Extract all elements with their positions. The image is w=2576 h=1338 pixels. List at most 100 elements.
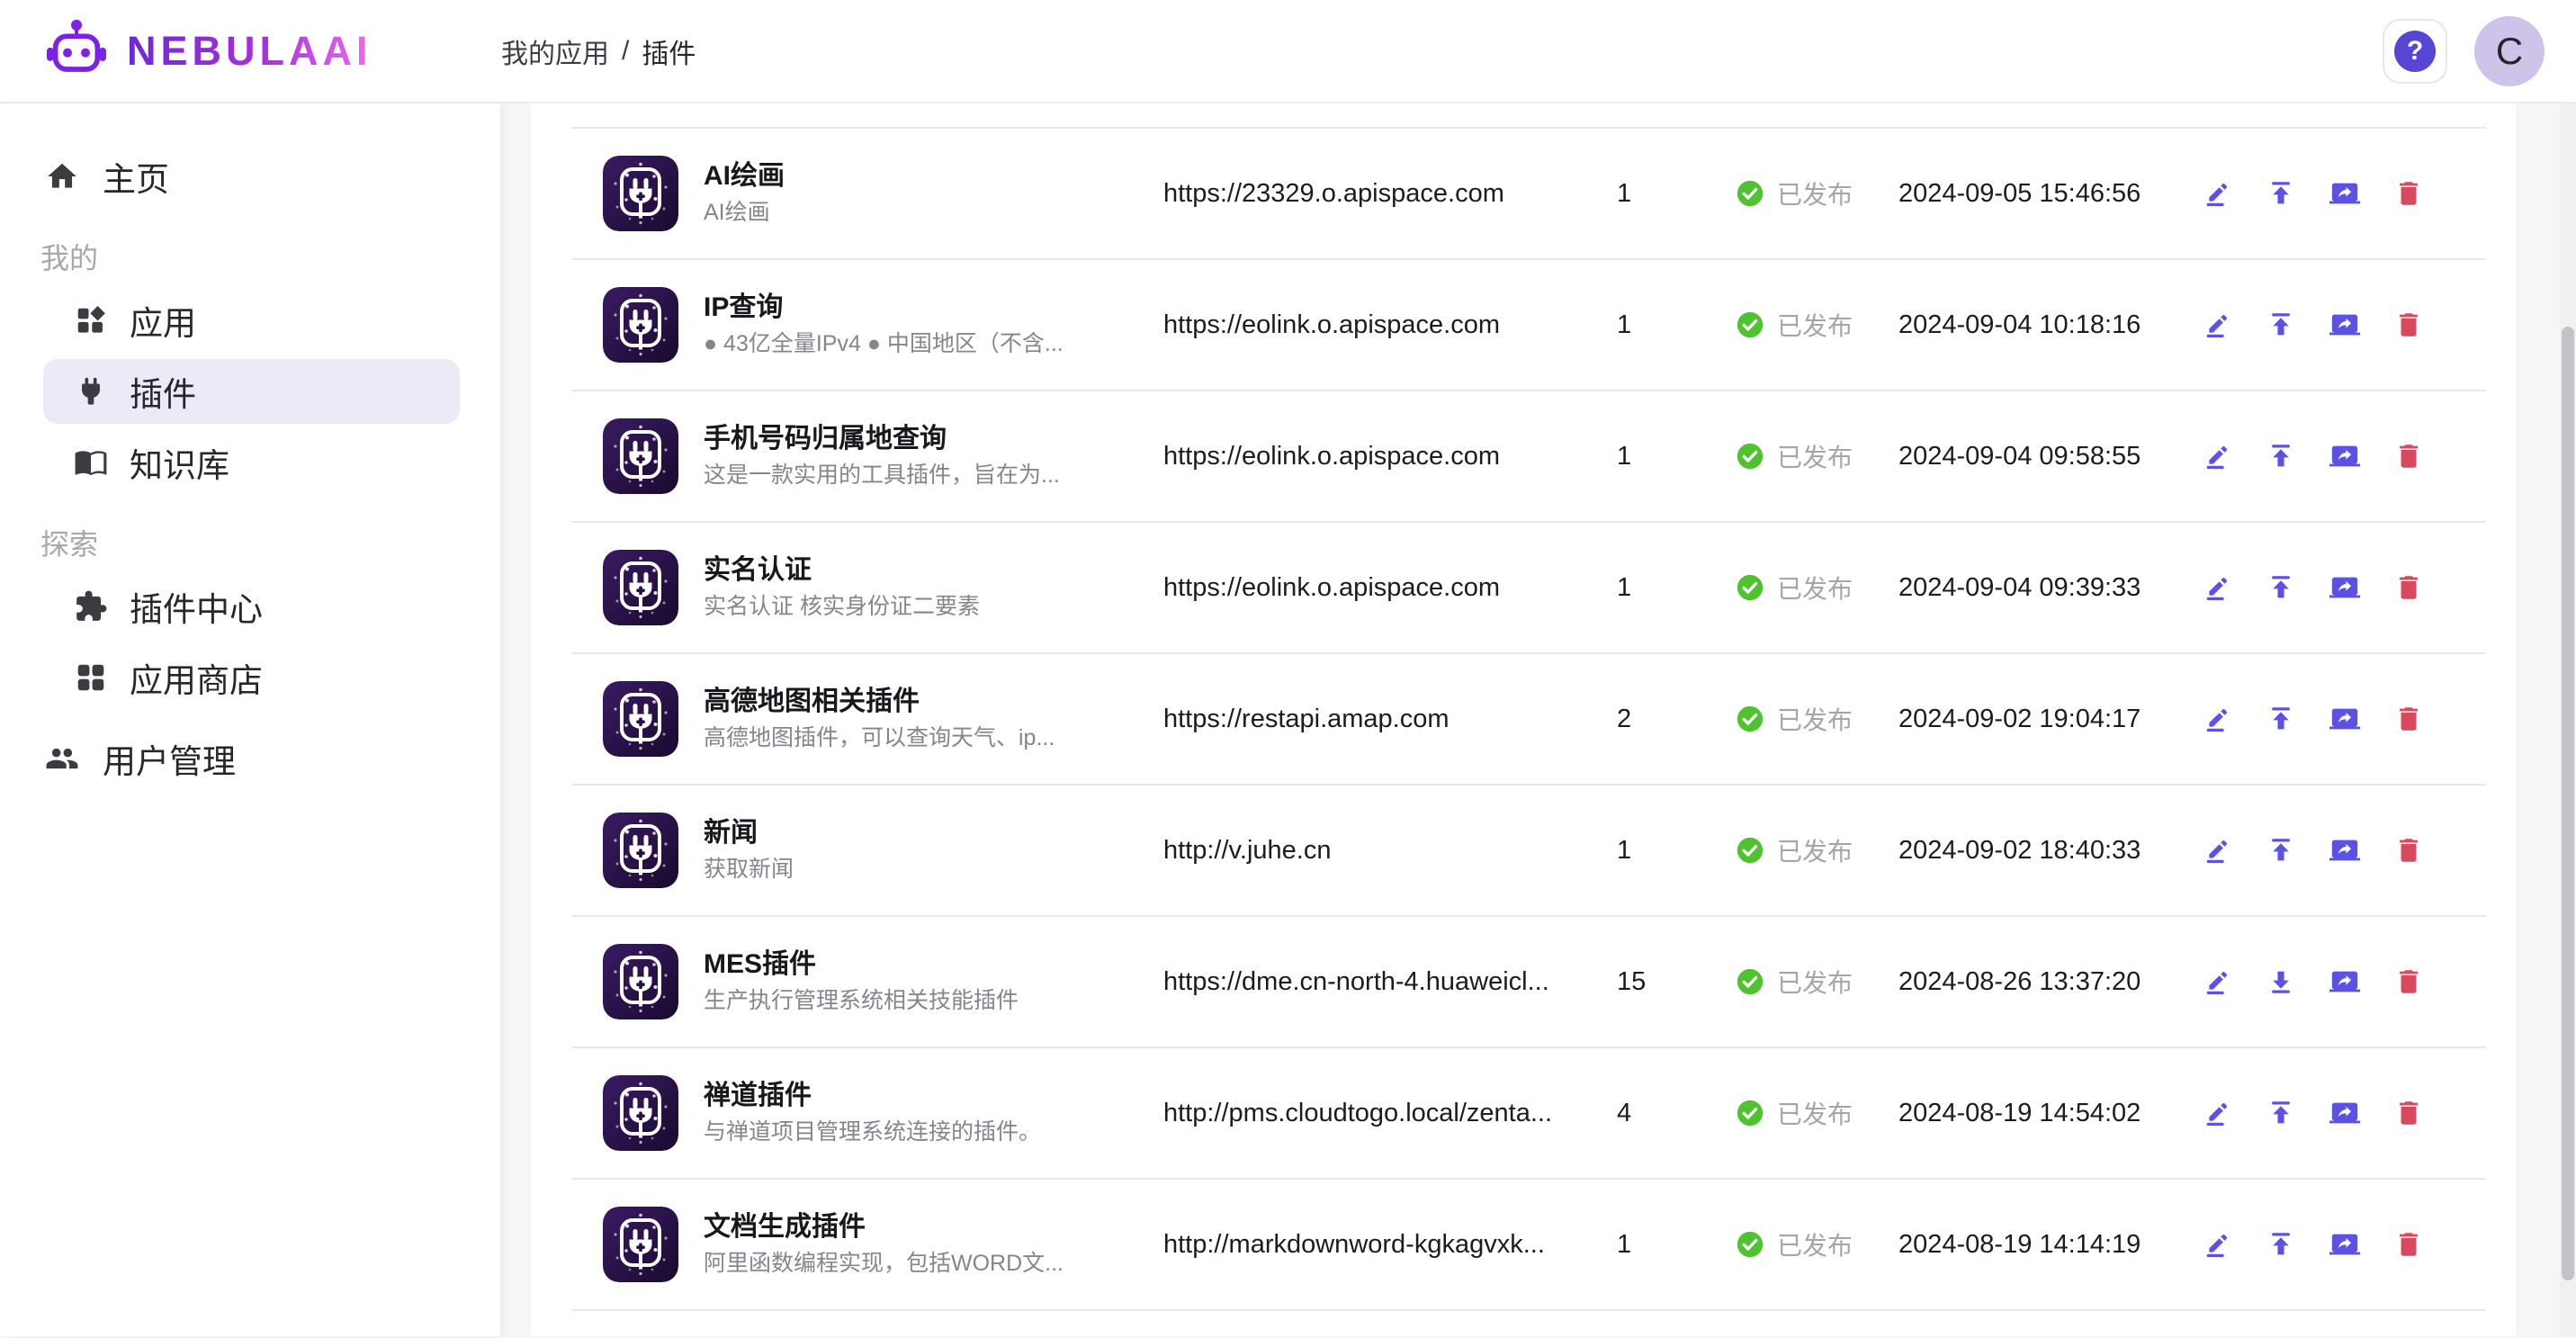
share-button[interactable] [2329, 966, 2360, 997]
scrollbar-track[interactable] [2560, 103, 2576, 1336]
upload-button[interactable] [2266, 178, 2296, 209]
plugin-subtitle: 阿里函数编程实现，包括WORD文... [704, 1249, 1064, 1278]
share-button[interactable] [2329, 835, 2360, 866]
plug-icon [74, 374, 108, 409]
delete-button[interactable] [2393, 1098, 2424, 1128]
download-button[interactable] [2266, 966, 2296, 997]
grid-icon [74, 660, 108, 695]
apps-icon [74, 303, 108, 337]
status-badge: 已发布 [1777, 307, 1853, 343]
delete-button[interactable] [2393, 835, 2424, 866]
check-circle-icon [1735, 310, 1765, 340]
edit-button[interactable] [2202, 572, 2232, 603]
table-bottom-divider [571, 1309, 2486, 1336]
plugin-subtitle: 与禅道项目管理系统连接的插件。 [704, 1118, 1041, 1146]
check-circle-icon [1735, 966, 1765, 997]
edit-button[interactable] [2202, 966, 2232, 997]
plugin-count: 1 [1617, 836, 1735, 866]
delete-button[interactable] [2393, 1229, 2424, 1260]
upload-button[interactable] [2266, 704, 2296, 734]
main-content: AI绘画 AI绘画 https://23329.o.apispace.com 1… [501, 103, 2576, 1336]
delete-button[interactable] [2393, 310, 2424, 340]
plugin-count: 1 [1617, 573, 1735, 603]
table-row[interactable]: 手机号码归属地查询 这是一款实用的工具插件，旨在为... https://eol… [571, 390, 2486, 521]
share-button[interactable] [2329, 310, 2360, 340]
upload-button[interactable] [2266, 835, 2296, 866]
edit-button[interactable] [2202, 178, 2232, 209]
delete-button[interactable] [2393, 572, 2424, 603]
status-badge: 已发布 [1777, 964, 1853, 1000]
plugin-date: 2024-09-05 15:46:56 [1898, 179, 2159, 209]
upload-button[interactable] [2266, 572, 2296, 603]
plugin-count: 1 [1617, 1230, 1735, 1260]
sidebar-item-apps[interactable]: 应用 [43, 288, 460, 353]
edit-button[interactable] [2202, 1098, 2232, 1128]
sidebar: 主页 我的 应用 插件 知识库 探索 插件 [0, 103, 501, 1336]
edit-button[interactable] [2202, 1229, 2232, 1260]
upload-button[interactable] [2266, 1098, 2296, 1128]
plugin-icon [603, 287, 678, 363]
delete-button[interactable] [2393, 966, 2424, 997]
upload-button[interactable] [2266, 441, 2296, 471]
sidebar-item-plugin-center[interactable]: 插件中心 [43, 574, 460, 639]
sidebar-item-knowledge[interactable]: 知识库 [43, 430, 460, 495]
row-actions [2159, 310, 2486, 340]
table-row[interactable]: 实名认证 实名认证 核实身份证二要素 https://eolink.o.apis… [571, 521, 2486, 652]
plugin-status: 已发布 [1735, 570, 1898, 606]
table-row[interactable]: 文档生成插件 阿里函数编程实现，包括WORD文... http://markdo… [571, 1178, 2486, 1309]
brand[interactable]: NEBULAAI [40, 15, 501, 87]
plugin-url: http://pms.cloudtogo.local/zenta... [1163, 1099, 1617, 1128]
plugin-status: 已发布 [1735, 1226, 1898, 1262]
edit-button[interactable] [2202, 441, 2232, 471]
check-circle-icon [1735, 178, 1765, 209]
plugin-text: IP查询 ● 43亿全量IPv4 ● 中国地区（不含... [704, 292, 1064, 358]
delete-button[interactable] [2393, 704, 2424, 734]
avatar[interactable]: C [2474, 16, 2545, 86]
plugin-url: https://restapi.amap.com [1163, 705, 1617, 734]
table-row[interactable]: MES插件 生产执行管理系统相关技能插件 https://dme.cn-nort… [571, 915, 2486, 1046]
delete-button[interactable] [2393, 178, 2424, 209]
share-button[interactable] [2329, 572, 2360, 603]
plugin-status: 已发布 [1735, 438, 1898, 474]
breadcrumb: 我的应用 / 插件 [501, 31, 696, 71]
table-row[interactable]: AI绘画 AI绘画 https://23329.o.apispace.com 1… [571, 127, 2486, 258]
plugin-title: IP查询 [704, 292, 1064, 324]
upload-button[interactable] [2266, 310, 2296, 340]
help-button[interactable]: ? [2383, 19, 2447, 84]
breadcrumb-parent[interactable]: 我的应用 [501, 31, 609, 71]
share-button[interactable] [2329, 1098, 2360, 1128]
plugin-status: 已发布 [1735, 175, 1898, 211]
plugin-subtitle: 高德地图插件，可以查询天气、ip... [704, 723, 1055, 752]
sidebar-item-home[interactable]: 主页 [25, 144, 460, 209]
status-badge: 已发布 [1777, 832, 1853, 868]
plugin-icon [603, 156, 678, 231]
table-row[interactable]: 高德地图相关插件 高德地图插件，可以查询天气、ip... https://res… [571, 652, 2486, 784]
plugin-info-cell: 禅道插件 与禅道项目管理系统连接的插件。 [571, 1075, 1163, 1151]
sidebar-item-plugins[interactable]: 插件 [43, 359, 460, 424]
scrollbar-thumb[interactable] [2562, 327, 2574, 1280]
sidebar-item-app-store[interactable]: 应用商店 [43, 645, 460, 710]
status-badge: 已发布 [1777, 701, 1853, 737]
table-row[interactable]: 新闻 获取新闻 http://v.juhe.cn 1 已发布 2024-09-0… [571, 784, 2486, 915]
share-button[interactable] [2329, 1229, 2360, 1260]
edit-button[interactable] [2202, 310, 2232, 340]
share-button[interactable] [2329, 178, 2360, 209]
plugin-url: https://eolink.o.apispace.com [1163, 573, 1617, 603]
edit-button[interactable] [2202, 835, 2232, 866]
sidebar-section-explore: 探索 [40, 522, 500, 563]
status-badge: 已发布 [1777, 175, 1853, 211]
table-row[interactable]: IP查询 ● 43亿全量IPv4 ● 中国地区（不含... https://eo… [571, 258, 2486, 390]
edit-button[interactable] [2202, 704, 2232, 734]
delete-button[interactable] [2393, 441, 2424, 471]
plugin-status: 已发布 [1735, 1095, 1898, 1131]
plugin-subtitle: 获取新闻 [704, 855, 794, 884]
share-button[interactable] [2329, 704, 2360, 734]
sidebar-item-user-management[interactable]: 用户管理 [25, 726, 460, 791]
share-button[interactable] [2329, 441, 2360, 471]
plugin-status: 已发布 [1735, 964, 1898, 1000]
table-row[interactable]: 禅道插件 与禅道项目管理系统连接的插件。 http://pms.cloudtog… [571, 1046, 2486, 1178]
plugin-info-cell: 实名认证 实名认证 核实身份证二要素 [571, 550, 1163, 625]
status-badge: 已发布 [1777, 1226, 1853, 1262]
puzzle-icon [74, 589, 108, 624]
upload-button[interactable] [2266, 1229, 2296, 1260]
